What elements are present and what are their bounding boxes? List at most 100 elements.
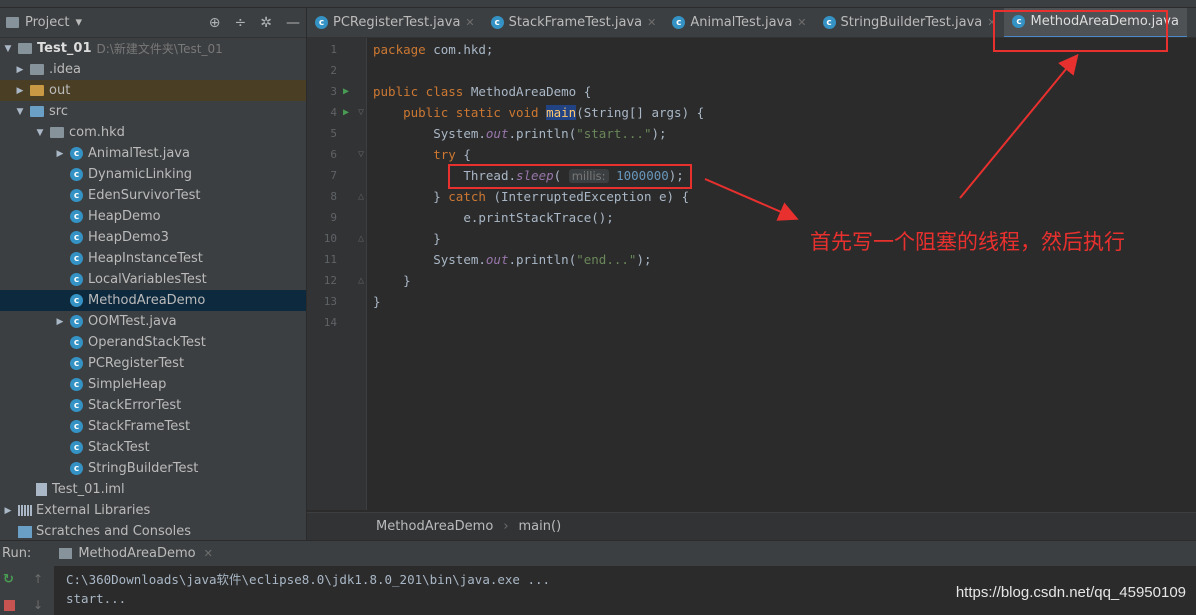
tree-item-label: HeapDemo3 <box>88 230 169 245</box>
iml-file-icon <box>36 483 47 496</box>
tree-item-class[interactable]: c StackTest <box>0 437 306 458</box>
code-token: "end..." <box>576 252 637 267</box>
code-token: } <box>433 231 441 246</box>
libraries-icon <box>18 505 32 516</box>
run-panel-label: Run: <box>2 546 32 561</box>
arrow-up-icon[interactable]: ↑ <box>33 572 43 586</box>
close-icon[interactable]: ✕ <box>647 16 656 29</box>
tree-item-package[interactable]: ▼ com.hkd <box>0 122 306 143</box>
tab-label: StackFrameTest.java <box>508 15 643 30</box>
line-number: 3 <box>330 85 337 98</box>
code-token: com.hkd; <box>425 42 494 57</box>
class-icon: c <box>70 231 83 244</box>
console-icon <box>59 548 73 559</box>
fold-icon[interactable]: △ <box>355 233 367 244</box>
breadcrumb-class[interactable]: MethodAreaDemo <box>376 519 493 534</box>
tree-item-label: AnimalTest.java <box>88 146 190 161</box>
tab-stringbuildertest[interactable]: c StringBuilderTest.java ✕ <box>815 8 1005 37</box>
tree-item-label: StackErrorTest <box>88 398 182 413</box>
tree-item-src[interactable]: ▼ src <box>0 101 306 122</box>
tree-item-idea[interactable]: ▶ .idea <box>0 59 306 80</box>
tree-item-label: src <box>49 104 68 119</box>
run-gutter-icon[interactable]: ▶ <box>337 86 355 97</box>
code-token: package <box>373 42 426 57</box>
class-icon: c <box>315 16 328 29</box>
code-token: try <box>433 147 456 162</box>
tree-item-class[interactable]: c HeapDemo <box>0 206 306 227</box>
breadcrumb-separator-icon: › <box>503 519 509 534</box>
tree-item-out[interactable]: ▶ out <box>0 80 306 101</box>
fold-icon[interactable]: ▽ <box>355 107 367 118</box>
chevron-down-icon[interactable]: ▼ <box>2 44 14 54</box>
chevron-down-icon[interactable]: ▼ <box>14 107 26 117</box>
project-view-selector[interactable]: Project ▾ <box>6 15 82 30</box>
chevron-right-icon[interactable]: ▶ <box>14 65 26 75</box>
chevron-right-icon[interactable]: ▶ <box>54 149 66 159</box>
tree-item-scratches[interactable]: Scratches and Consoles <box>0 521 306 540</box>
tree-item-class[interactable]: c StackErrorTest <box>0 395 306 416</box>
run-tab-methodareademo[interactable]: MethodAreaDemo ✕ <box>53 541 219 567</box>
class-icon: c <box>70 294 83 307</box>
tab-pcregistertest[interactable]: c PCRegisterTest.java ✕ <box>307 8 483 37</box>
run-gutter-icon[interactable]: ▶ <box>337 107 355 118</box>
close-icon[interactable]: ✕ <box>204 547 213 560</box>
tree-item-label: out <box>49 83 71 98</box>
line-number: 13 <box>323 295 337 308</box>
tree-item-class[interactable]: c HeapDemo3 <box>0 227 306 248</box>
close-icon[interactable]: ✕ <box>797 16 806 29</box>
fold-icon[interactable]: △ <box>355 191 367 202</box>
tree-item-class-selected[interactable]: c MethodAreaDemo <box>0 290 306 311</box>
gear-icon[interactable]: ✲ <box>260 15 272 31</box>
close-icon[interactable]: ✕ <box>465 16 474 29</box>
tree-item-class[interactable]: c DynamicLinking <box>0 164 306 185</box>
code-editor[interactable]: 1 package com.hkd; 2 3 ▶ public class Me… <box>307 38 1196 510</box>
tree-item-class[interactable]: c PCRegisterTest <box>0 353 306 374</box>
project-panel: Project ▾ ⊕ ÷ ✲ — ▼ Test_01 D:\新建文件夹\Tes… <box>0 8 307 540</box>
class-icon: c <box>70 315 83 328</box>
collapse-all-icon[interactable]: ÷ <box>235 15 247 31</box>
chevron-right-icon[interactable]: ▶ <box>54 317 66 327</box>
tree-item-class[interactable]: c StackFrameTest <box>0 416 306 437</box>
chevron-down-icon[interactable]: ▼ <box>34 128 46 138</box>
code-line: 5 System.out.println("start..."); <box>307 123 1196 144</box>
line-number: 12 <box>323 274 337 287</box>
tree-item-class[interactable]: c StringBuilderTest <box>0 458 306 479</box>
rerun-icon[interactable]: ↻ <box>3 572 14 587</box>
code-token: out <box>485 252 509 267</box>
tree-item-class[interactable]: c EdenSurvivorTest <box>0 185 306 206</box>
chevron-down-icon: ▾ <box>75 15 83 30</box>
tree-item-label: EdenSurvivorTest <box>88 188 201 203</box>
line-number: 6 <box>330 148 337 161</box>
code-token: out <box>485 126 509 141</box>
breadcrumb-method[interactable]: main() <box>519 519 562 534</box>
tree-item-class[interactable]: c OperandStackTest <box>0 332 306 353</box>
hide-panel-icon[interactable]: — <box>286 15 300 31</box>
breadcrumb: MethodAreaDemo › main() <box>307 512 1196 540</box>
tab-stackframetest[interactable]: c StackFrameTest.java ✕ <box>483 8 665 37</box>
tree-item-class[interactable]: c LocalVariablesTest <box>0 269 306 290</box>
tree-item-project-root[interactable]: ▼ Test_01 D:\新建文件夹\Test_01 <box>0 38 306 59</box>
code-line: 7 Thread.sleep( millis: 1000000); <box>307 165 1196 186</box>
tree-item-iml[interactable]: Test_01.iml <box>0 479 306 500</box>
fold-icon[interactable]: ▽ <box>355 149 367 160</box>
chevron-right-icon[interactable]: ▶ <box>2 506 14 516</box>
code-token: (String[] args) { <box>576 105 705 120</box>
locate-icon[interactable]: ⊕ <box>209 15 221 31</box>
arrow-down-icon[interactable]: ↓ <box>33 598 43 612</box>
fold-icon[interactable]: △ <box>355 275 367 286</box>
tree-item-class[interactable]: c HeapInstanceTest <box>0 248 306 269</box>
line-number: 1 <box>330 43 337 56</box>
chevron-right-icon[interactable]: ▶ <box>14 86 26 96</box>
tab-animaltest[interactable]: c AnimalTest.java ✕ <box>664 8 814 37</box>
tree-item-class[interactable]: c SimpleHeap <box>0 374 306 395</box>
project-path: D:\新建文件夹\Test_01 <box>96 42 223 56</box>
tree-item-class[interactable]: ▶ c OOMTest.java <box>0 311 306 332</box>
code-token: (InterruptedException e) { <box>485 189 690 204</box>
code-token: System. <box>433 126 486 141</box>
code-line: 13 } <box>307 291 1196 312</box>
tree-item-external-libraries[interactable]: ▶ External Libraries <box>0 500 306 521</box>
stop-icon[interactable] <box>4 600 15 611</box>
scratches-icon <box>18 525 32 538</box>
tree-item-class[interactable]: ▶ c AnimalTest.java <box>0 143 306 164</box>
class-icon: c <box>70 399 83 412</box>
